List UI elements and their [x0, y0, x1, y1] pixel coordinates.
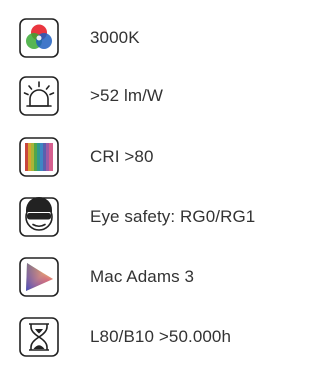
spec-row-eye-safety: Eye safety: RG0/RG1: [18, 196, 283, 238]
spec-row-efficacy: >52 lm/W: [18, 75, 283, 117]
spec-row-color-temperature: 3000K: [18, 17, 283, 59]
rgb-color-icon: [18, 17, 60, 59]
spec-row-mac-adams: Mac Adams 3: [18, 256, 283, 298]
spec-label: L80/B10 >50.000h: [90, 327, 232, 346]
spec-list: 3000K >52 lm/W CRI >80 Eye safety: RG0/R…: [0, 0, 287, 372]
spec-label: 3000K: [90, 28, 140, 47]
spec-label: Mac Adams 3: [90, 267, 195, 286]
spec-row-lifetime: L80/B10 >50.000h: [18, 316, 283, 358]
eye-safety-icon: [18, 196, 60, 238]
light-efficacy-icon: [18, 75, 60, 117]
color-rendering-icon: [18, 136, 60, 178]
spec-label: >52 lm/W: [90, 86, 164, 105]
color-gamut-icon: [18, 256, 60, 298]
spec-label: CRI >80: [90, 147, 154, 166]
spec-label: Eye safety: RG0/RG1: [90, 207, 256, 226]
hourglass-icon: [18, 316, 60, 358]
spec-row-cri: CRI >80: [18, 136, 283, 178]
